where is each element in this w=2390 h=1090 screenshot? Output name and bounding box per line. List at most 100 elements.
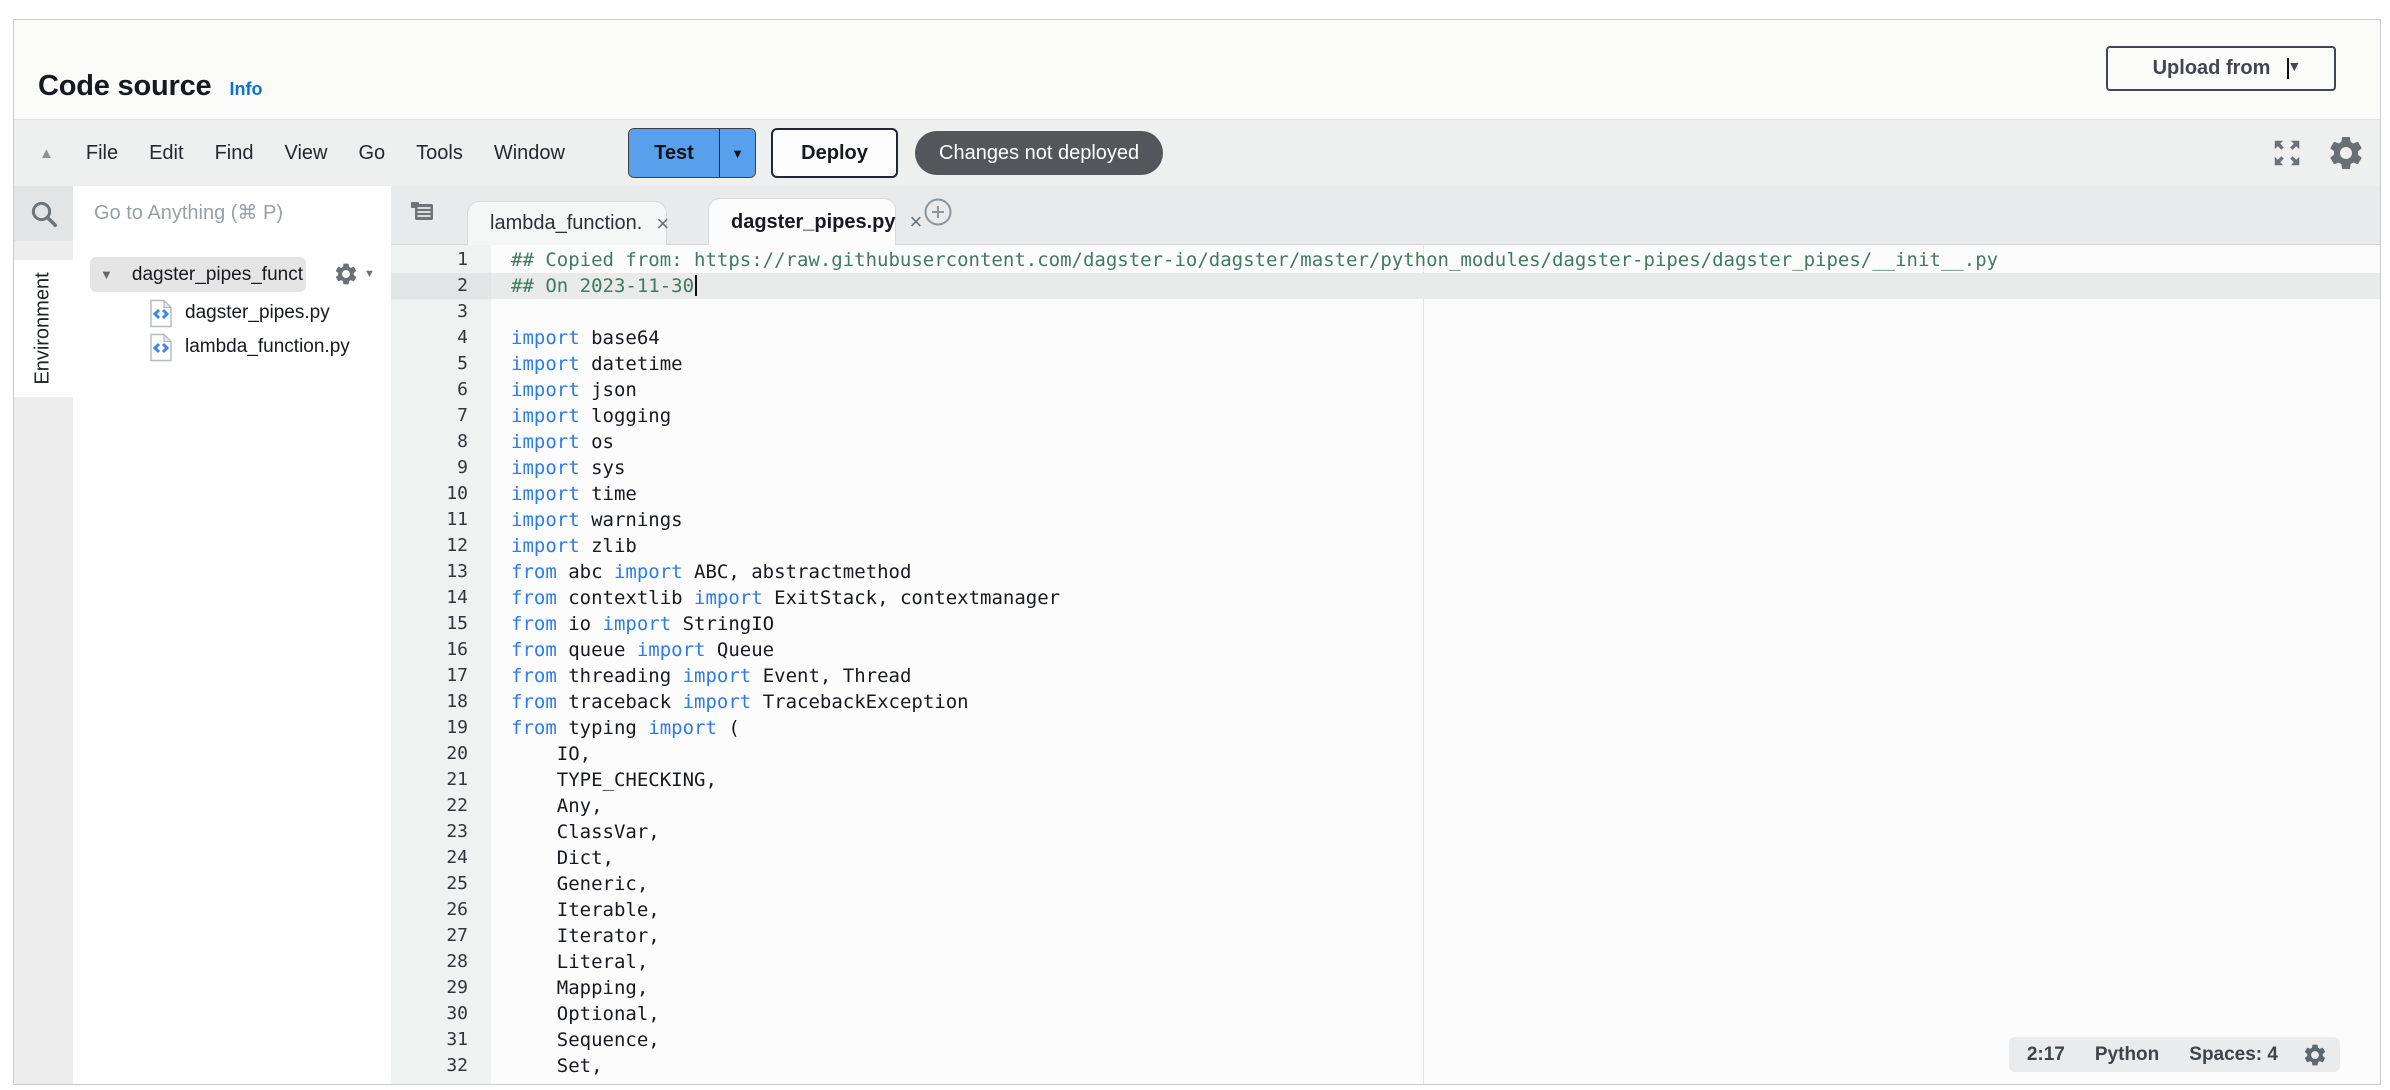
menu-item-edit[interactable]: Edit [149,142,183,165]
code-text: from traceback import TracebackException [491,689,2380,715]
menu-item-tools[interactable]: Tools [416,142,463,165]
code-line[interactable]: 29 Mapping, [391,975,2380,1001]
code-line[interactable]: 14from contextlib import ExitStack, cont… [391,585,2380,611]
line-number: 7 [391,403,491,429]
line-number: 15 [391,611,491,637]
deploy-button[interactable]: Deploy [771,128,898,178]
tree-file-dagster-pipes[interactable]: dagster_pipes.py [149,298,330,328]
code-line[interactable]: 15from io import StringIO [391,611,2380,637]
menu-item-find[interactable]: Find [215,142,254,165]
line-number: 25 [391,871,491,897]
code-text: import logging [491,403,2380,429]
python-file-icon [149,299,173,328]
menu-item-window[interactable]: Window [494,142,565,165]
add-tab-icon[interactable] [923,197,953,232]
code-text: Any, [491,793,2380,819]
info-link[interactable]: Info [229,79,262,100]
code-editor[interactable]: 1## Copied from: https://raw.githubuserc… [391,245,2380,1084]
python-file-icon [149,333,173,362]
code-line[interactable]: 30 Optional, [391,1001,2380,1027]
code-text: TextIO [491,1079,2380,1084]
upload-from-button[interactable]: Upload from ▼ [2106,46,2336,91]
code-text: import datetime [491,351,2380,377]
code-line[interactable]: 4import base64 [391,325,2380,351]
code-text: from abc import ABC, abstractmethod [491,559,2380,585]
code-text: import base64 [491,325,2380,351]
code-line[interactable]: 28 Literal, [391,949,2380,975]
code-text: Iterable, [491,897,2380,923]
search-icon[interactable] [29,199,59,229]
close-icon[interactable]: × [656,213,669,235]
code-line[interactable]: 7import logging [391,403,2380,429]
line-number: 28 [391,949,491,975]
line-number: 11 [391,507,491,533]
code-line[interactable]: 27 Iterator, [391,923,2380,949]
menu-item-view[interactable]: View [284,142,327,165]
file-name: dagster_pipes.py [185,302,330,324]
tree-folder-row[interactable]: ▼ dagster_pipes_funct [90,257,306,292]
code-line[interactable]: 19from typing import ( [391,715,2380,741]
line-number: 23 [391,819,491,845]
code-line[interactable]: 22 Any, [391,793,2380,819]
environment-label: Environment [32,272,55,384]
code-line[interactable]: 20 IO, [391,741,2380,767]
code-line[interactable]: 21 TYPE_CHECKING, [391,767,2380,793]
code-line[interactable]: 12import zlib [391,533,2380,559]
code-line[interactable]: 24 Dict, [391,845,2380,871]
collapse-triangle-icon[interactable]: ▲ [39,145,54,162]
tab-label: lambda_function. [490,212,642,235]
line-number: 1 [391,247,491,273]
chevron-down-icon: ▼ [2287,58,2289,79]
line-number: 33 [391,1079,491,1084]
code-line[interactable]: 10import time [391,481,2380,507]
line-number: 16 [391,637,491,663]
line-number: 17 [391,663,491,689]
tab-list-icon[interactable] [408,197,436,230]
tab-dagster-pipes[interactable]: dagster_pipes.py × [708,198,896,245]
code-text: Sequence, [491,1027,2380,1053]
code-text: ## Copied from: https://raw.githubuserco… [491,247,2380,273]
code-text: TYPE_CHECKING, [491,767,2380,793]
code-line[interactable]: 25 Generic, [391,871,2380,897]
tree-settings-button[interactable]: ▼ [333,261,375,287]
test-dropdown-button[interactable]: ▼ [719,129,755,177]
fullscreen-icon[interactable] [2270,136,2304,170]
code-line[interactable]: 23 ClassVar, [391,819,2380,845]
code-line[interactable]: 31 Sequence, [391,1027,2380,1053]
tree-file-lambda-function[interactable]: lambda_function.py [149,332,350,362]
code-line[interactable]: 33 TextIO [391,1079,2380,1084]
code-line[interactable]: 1## Copied from: https://raw.githubuserc… [391,247,2380,273]
tab-lambda-function[interactable]: lambda_function. × [467,201,667,245]
code-line[interactable]: 16from queue import Queue [391,637,2380,663]
code-source-card: Code source Info Upload from ▼ ▲ File Ed… [13,19,2381,1085]
line-number: 2 [391,273,491,299]
code-line[interactable]: 9import sys [391,455,2380,481]
code-line[interactable]: 32 Set, [391,1053,2380,1079]
code-text: import zlib [491,533,2380,559]
code-line[interactable]: 8import os [391,429,2380,455]
line-number: 30 [391,1001,491,1027]
test-button[interactable]: Test [629,129,719,177]
line-number: 20 [391,741,491,767]
code-text: Set, [491,1053,2380,1079]
code-line[interactable]: 18from traceback import TracebackExcepti… [391,689,2380,715]
menu-item-file[interactable]: File [86,142,118,165]
editor-settings-gear-icon[interactable] [2326,133,2366,173]
code-line[interactable]: 17from threading import Event, Thread [391,663,2380,689]
environment-panel-tab[interactable]: Environment [14,260,73,397]
menu-item-go[interactable]: Go [358,142,385,165]
code-line[interactable]: 26 Iterable, [391,897,2380,923]
code-line[interactable]: 5import datetime [391,351,2380,377]
close-icon[interactable]: × [910,211,923,233]
code-text: from threading import Event, Thread [491,663,2380,689]
code-line[interactable]: 3 [391,299,2380,325]
code-text: Dict, [491,845,2380,871]
code-line[interactable]: 2## On 2023-11-30 [391,273,2380,299]
code-line[interactable]: 13from abc import ABC, abstractmethod [391,559,2380,585]
code-line[interactable]: 11import warnings [391,507,2380,533]
go-to-anything-input[interactable] [80,193,388,234]
code-source-header: Code source Info Upload from ▼ [14,20,2380,119]
line-number: 6 [391,377,491,403]
code-line[interactable]: 6import json [391,377,2380,403]
line-number: 31 [391,1027,491,1053]
